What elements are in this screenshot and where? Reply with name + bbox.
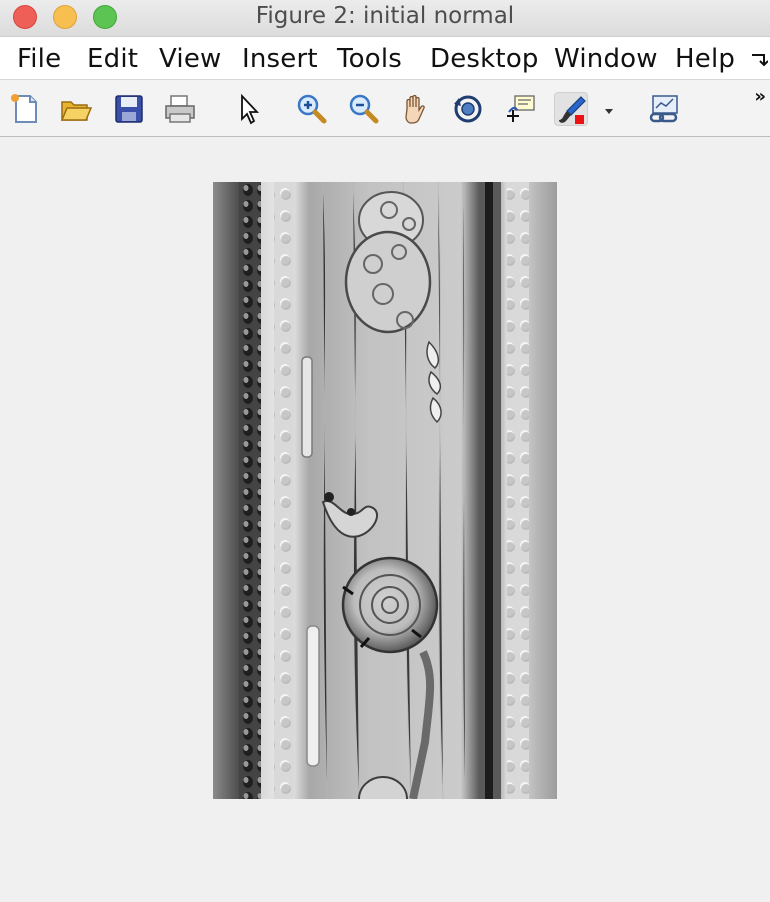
title-bar[interactable]: Figure 2: initial normal [0,0,770,37]
rotate-3d-icon[interactable] [451,92,485,126]
print-icon[interactable] [163,92,197,126]
menu-window[interactable]: Window [554,43,658,75]
data-cursor-icon[interactable] [503,92,537,126]
menu-desktop[interactable]: Desktop [430,43,538,75]
menu-insert[interactable]: Insert [242,43,318,75]
open-file-icon[interactable] [59,92,93,126]
toolbar-overflow-icon[interactable]: » [754,86,766,107]
new-figure-icon[interactable] [8,92,42,126]
zoom-out-icon[interactable] [346,92,380,126]
window-title: Figure 2: initial normal [255,3,515,29]
menu-tools[interactable]: Tools [337,43,402,75]
select-pointer-icon[interactable] [234,92,268,126]
normal-map-image[interactable] [213,182,557,799]
menu-file[interactable]: File [17,43,61,75]
zoom-in-icon[interactable] [294,92,328,126]
brush-icon[interactable] [554,92,588,126]
dropdown-arrow-icon[interactable] [600,92,618,126]
menu-overflow-icon[interactable] [750,51,769,69]
figure-canvas [0,137,770,902]
link-plot-icon[interactable] [647,92,681,126]
pan-hand-icon[interactable] [398,92,432,126]
figure-window: Figure 2: initial normal File Edit View … [0,0,770,902]
menu-help[interactable]: Help [675,43,735,75]
toolbar: » [0,80,770,137]
menu-edit[interactable]: Edit [87,43,138,75]
menu-view[interactable]: View [159,43,222,75]
save-icon[interactable] [112,92,146,126]
menu-bar: File Edit View Insert Tools Desktop Wind… [0,37,770,80]
